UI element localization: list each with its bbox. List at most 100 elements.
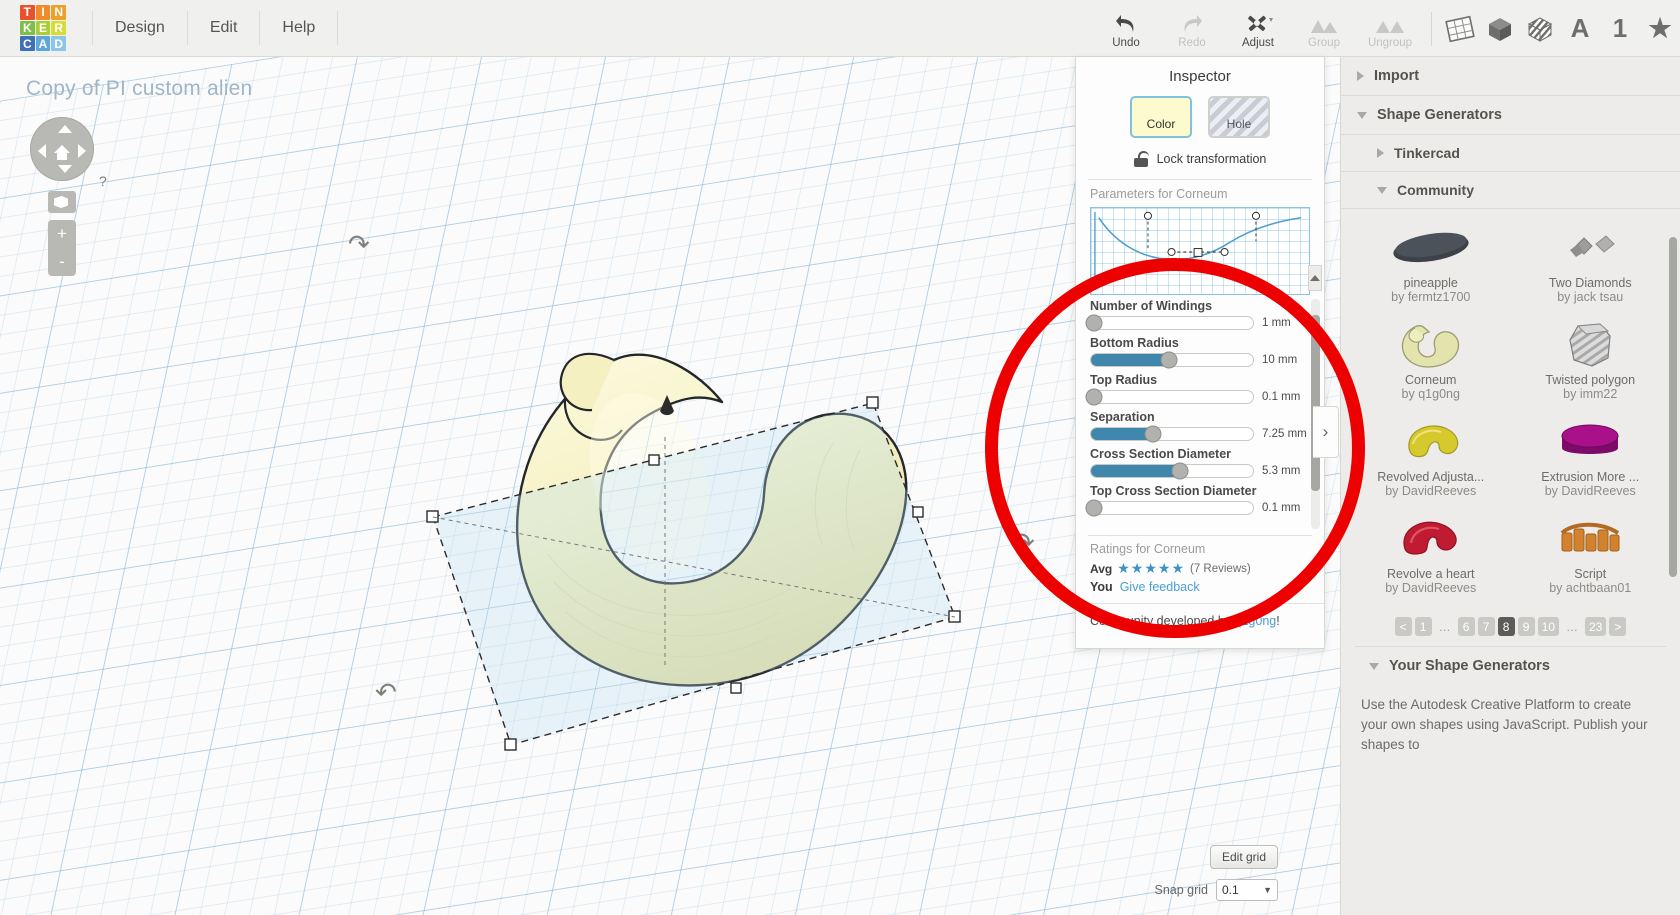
zoom-in-button[interactable]: + — [57, 225, 67, 242]
tinkercad-logo[interactable]: TIN KER CAD — [20, 5, 66, 51]
striped-cube-icon[interactable] — [1520, 4, 1560, 54]
shape-generator-item[interactable]: Extrusion More ... by DavidReeves — [1511, 411, 1671, 508]
view-navigation-control[interactable] — [30, 117, 94, 181]
hole-swatch-button[interactable]: Hole — [1208, 96, 1270, 138]
favorites-star-icon[interactable]: ★ — [1640, 4, 1680, 54]
param-slider[interactable] — [1085, 314, 1254, 332]
logo-tile-e: E — [35, 20, 51, 36]
shape-generator-item[interactable]: Script by achtbaan01 — [1511, 508, 1671, 605]
page-button-6[interactable]: 6 — [1457, 617, 1475, 636]
page-next-button[interactable]: > — [1609, 617, 1627, 636]
scroll-up-button[interactable] — [1308, 265, 1322, 291]
perspective-toggle-icon[interactable] — [48, 191, 76, 213]
rating-stars-icon[interactable]: ★★★★★ — [1117, 560, 1185, 577]
param-value[interactable]: 0.1 mm — [1262, 502, 1310, 514]
param-slider[interactable] — [1090, 462, 1254, 480]
parameter-preview-graph[interactable] — [1090, 207, 1310, 295]
chevron-down-icon: ▼ — [1263, 885, 1272, 895]
color-swatch-button[interactable]: Color — [1130, 96, 1192, 138]
rotate-handle-right[interactable]: ↷ — [1013, 527, 1035, 558]
ratings-average-label: Avg — [1090, 561, 1113, 576]
ungroup-button[interactable]: Ungroup — [1357, 1, 1423, 56]
snap-grid-select[interactable]: 0.1 ▼ — [1216, 879, 1278, 901]
unlock-icon — [1133, 151, 1149, 167]
param-value[interactable]: 5.3 mm — [1262, 465, 1310, 477]
shape-generator-item[interactable]: Revolve a heart by DavidReeves — [1351, 508, 1511, 605]
edit-grid-button[interactable]: Edit grid — [1209, 845, 1278, 869]
top-bar: TINKERCAD Design Edit Help Undo Redo Adj… — [0, 0, 1680, 57]
param-value[interactable]: 10 mm — [1262, 354, 1310, 366]
snap-grid-value: 0.1 — [1222, 883, 1239, 897]
solid-cube-icon[interactable] — [1480, 4, 1520, 54]
nav-right-arrow[interactable] — [78, 144, 89, 158]
shape-generator-item[interactable]: Twisted polygon by imm22 — [1511, 314, 1671, 411]
sidebar-section-shape-generators[interactable]: Shape Generators — [1341, 96, 1680, 135]
param-cross-section-diameter: Cross Section Diameter 5.3 mm — [1076, 447, 1324, 480]
menu-edit[interactable]: Edit — [188, 11, 261, 45]
param-value[interactable]: 0.1 mm — [1262, 391, 1310, 403]
zoom-out-button[interactable]: - — [59, 253, 65, 270]
your-generators-note: Use the Autodesk Creative Platform to cr… — [1361, 697, 1648, 752]
shape-thumbnail-twisted-polygon-icon — [1548, 316, 1632, 372]
page-button-7[interactable]: 7 — [1477, 617, 1495, 636]
sidebar-section-import[interactable]: Import — [1341, 57, 1680, 96]
param-label: Number of Windings — [1090, 299, 1213, 313]
param-slider[interactable] — [1085, 388, 1254, 406]
give-feedback-link[interactable]: Give feedback — [1120, 580, 1200, 594]
workplane-icon[interactable] — [1440, 4, 1480, 54]
sidebar-section-your-shape-generators[interactable]: Your Shape Generators — [1341, 647, 1680, 685]
sidebar-section-label: Import — [1374, 68, 1420, 84]
panel-collapse-tab[interactable]: › — [1313, 406, 1339, 458]
group-shapes-icon — [1309, 9, 1339, 35]
canvas-help-icon[interactable]: ? — [99, 173, 107, 189]
param-slider[interactable] — [1085, 499, 1254, 517]
developer-link[interactable]: q1g0ng — [1235, 614, 1277, 628]
page-button-10[interactable]: 10 — [1537, 617, 1559, 636]
sidebar-scrollbar[interactable] — [1669, 237, 1677, 577]
group-button[interactable]: Group — [1291, 1, 1357, 56]
tinkercad-app: TINKERCAD Design Edit Help Undo Redo Adj… — [0, 0, 1680, 915]
page-button-1[interactable]: 1 — [1414, 617, 1432, 636]
text-tool-icon[interactable]: A — [1560, 4, 1600, 54]
number-tool-icon[interactable]: 1 — [1600, 4, 1640, 54]
param-label: Bottom Radius — [1090, 336, 1179, 350]
param-value[interactable]: 7.25 mm — [1262, 428, 1310, 440]
chevron-right-icon — [1377, 148, 1384, 158]
sidebar-subsection-label: Tinkercad — [1394, 145, 1460, 161]
param-number-of-windings: Number of Windings 1 mm — [1076, 299, 1324, 332]
lock-transformation-row[interactable]: Lock transformation — [1076, 151, 1324, 167]
chevron-down-icon — [1369, 662, 1379, 670]
ratings-header: Ratings for Corneum — [1090, 542, 1206, 556]
undo-button[interactable]: Undo — [1093, 1, 1159, 56]
page-button-23[interactable]: 23 — [1585, 617, 1607, 636]
nav-down-arrow[interactable] — [58, 165, 72, 176]
shape-generator-item[interactable]: pineapple by fermtz1700 — [1351, 217, 1511, 314]
shape-generator-item[interactable]: Two Diamonds by jack tsau — [1511, 217, 1671, 314]
shape-author: by q1g0ng — [1401, 387, 1460, 401]
nav-left-arrow[interactable] — [35, 144, 46, 158]
parameters-scroll-area[interactable]: Number of Windings 1 mm Bottom Radius 10… — [1076, 265, 1324, 529]
param-slider[interactable] — [1090, 425, 1254, 443]
selection-bounding-box[interactable] — [395, 337, 975, 751]
page-button-9[interactable]: 9 — [1517, 617, 1535, 636]
menu-help[interactable]: Help — [260, 11, 339, 45]
adjust-button[interactable]: Adjust — [1225, 1, 1291, 56]
shape-generator-item[interactable]: Revolved Adjusta... by DavidReeves — [1351, 411, 1511, 508]
zoom-controls[interactable]: + - — [48, 220, 76, 276]
logo-tile-a: A — [35, 36, 51, 51]
param-value[interactable]: 1 mm — [1262, 317, 1310, 329]
shape-thumbnail-diamonds-icon — [1548, 219, 1632, 275]
your-rating-row: You Give feedback — [1076, 577, 1324, 594]
rotate-handle-top[interactable]: ↷ — [348, 229, 370, 260]
param-slider[interactable] — [1090, 351, 1254, 369]
page-prev-button[interactable]: < — [1394, 617, 1412, 636]
sidebar-subsection-tinkercad[interactable]: Tinkercad — [1341, 135, 1680, 172]
home-view-icon[interactable] — [54, 145, 70, 160]
redo-button[interactable]: Redo — [1159, 1, 1225, 56]
nav-up-arrow[interactable] — [58, 122, 72, 133]
page-button-8-active[interactable]: 8 — [1497, 617, 1515, 636]
design-title[interactable]: Copy of PI custom alien — [26, 77, 252, 101]
shape-generator-item[interactable]: Corneum by q1g0ng — [1351, 314, 1511, 411]
menu-design[interactable]: Design — [92, 11, 188, 45]
sidebar-subsection-community[interactable]: Community — [1341, 172, 1680, 209]
